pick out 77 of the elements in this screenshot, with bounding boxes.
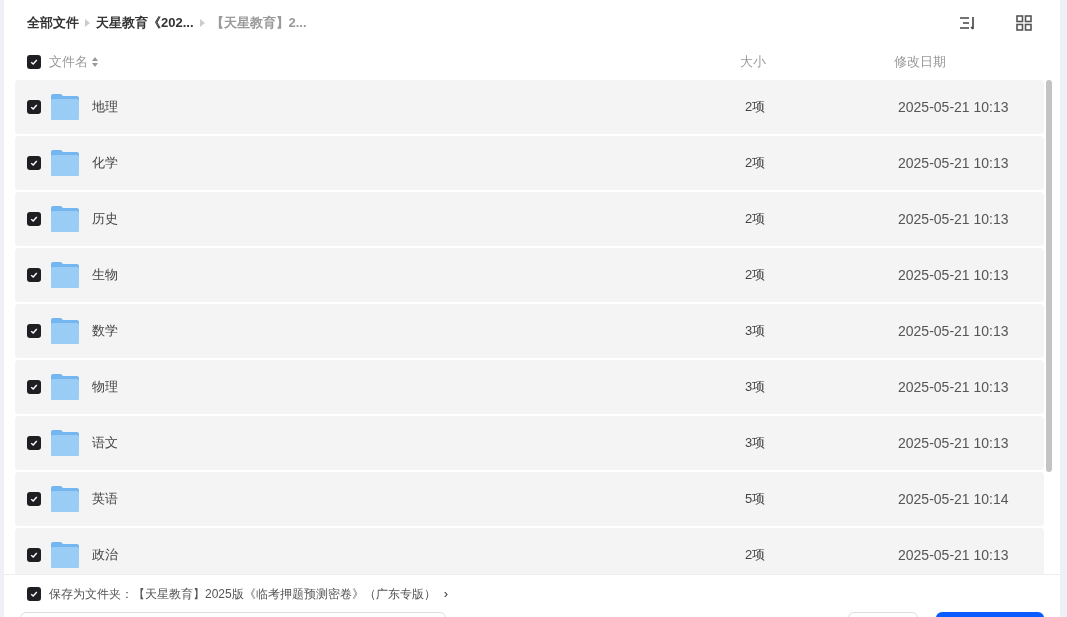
expand-arrow[interactable]: › — [443, 583, 449, 604]
file-row[interactable]: 物理 3项 2025-05-21 10:13 — [15, 360, 1044, 414]
folder-icon — [50, 485, 80, 513]
check-icon — [30, 58, 38, 66]
modified-date: 2025-05-21 10:14 — [898, 489, 1009, 509]
folder-name: 数学 — [92, 322, 119, 341]
sort-icon — [959, 16, 977, 30]
row-checkbox[interactable] — [27, 268, 41, 282]
row-checkbox[interactable] — [27, 156, 41, 170]
item-count: 3项 — [745, 434, 767, 453]
check-icon — [30, 327, 38, 335]
row-checkbox[interactable] — [27, 324, 41, 338]
check-icon — [30, 383, 38, 391]
check-icon — [30, 589, 38, 598]
scrollbar-thumb[interactable] — [1046, 80, 1052, 472]
check-icon — [30, 439, 38, 447]
chevron-icon — [85, 19, 90, 27]
folder-icon — [50, 93, 80, 121]
check-icon — [30, 551, 38, 559]
folder-icon — [50, 373, 80, 401]
file-row[interactable]: 历史 2项 2025-05-21 10:13 — [15, 192, 1044, 246]
check-icon — [30, 103, 38, 111]
save-folder-label: 保存为文件夹：【天星教育】2025版《临考押题预测密卷》（广东专版） — [49, 585, 436, 603]
breadcrumb-link[interactable]: 全部文件 — [27, 13, 79, 33]
breadcrumb-link[interactable]: 天星教育《202... — [96, 13, 194, 33]
folder-icon — [50, 317, 80, 345]
row-checkbox[interactable] — [27, 380, 41, 394]
modified-date: 2025-05-21 10:13 — [898, 545, 1009, 565]
modified-date: 2025-05-21 10:13 — [898, 209, 1009, 229]
modified-date: 2025-05-21 10:13 — [898, 321, 1009, 341]
item-count: 3项 — [745, 378, 767, 397]
modified-date: 2025-05-21 10:13 — [898, 97, 1009, 117]
item-count: 2项 — [745, 210, 767, 229]
folder-name: 英语 — [92, 490, 119, 509]
check-icon — [30, 495, 38, 503]
file-row[interactable]: 政治 2项 2025-05-21 10:13 — [15, 528, 1044, 574]
item-count: 2项 — [745, 266, 767, 285]
item-count: 3项 — [745, 322, 767, 341]
folder-name: 化学 — [92, 154, 119, 173]
chevron-icon — [199, 19, 205, 27]
check-icon — [30, 271, 38, 279]
modified-date: 2025-05-21 10:13 — [898, 377, 1009, 397]
folder-icon — [50, 149, 80, 177]
folder-name: 语文 — [92, 434, 119, 453]
row-checkbox[interactable] — [27, 212, 41, 226]
modified-date: 2025-05-21 10:13 — [898, 433, 1009, 453]
file-row[interactable]: 化学 2项 2025-05-21 10:13 — [15, 136, 1044, 190]
save-folder-checkbox[interactable] — [27, 586, 41, 601]
check-icon — [30, 159, 38, 167]
folder-name: 政治 — [92, 546, 119, 565]
item-count: 2项 — [745, 98, 767, 117]
file-row[interactable]: 数学 3项 2025-05-21 10:13 — [15, 304, 1044, 358]
row-checkbox[interactable] — [27, 492, 41, 506]
file-row[interactable]: 地理 2项 2025-05-21 10:13 — [15, 80, 1044, 134]
folder-icon — [50, 541, 80, 569]
grid-icon — [1016, 15, 1032, 31]
select-all-checkbox[interactable] — [27, 55, 41, 69]
folder-name: 物理 — [92, 378, 119, 397]
folder-name: 历史 — [92, 210, 119, 229]
item-count: 5项 — [745, 490, 767, 509]
file-row[interactable]: 英语 5项 2025-05-21 10:14 — [15, 472, 1044, 526]
modified-date: 2025-05-21 10:13 — [898, 265, 1009, 285]
row-checkbox[interactable] — [27, 100, 41, 114]
row-checkbox[interactable] — [27, 548, 41, 562]
folder-icon — [50, 261, 80, 289]
folder-name: 生物 — [92, 266, 119, 285]
modified-date: 2025-05-21 10:13 — [898, 153, 1009, 173]
folder-icon — [50, 429, 80, 457]
check-icon — [30, 215, 38, 223]
folder-name: 地理 — [92, 98, 119, 117]
sort-arrows-icon — [92, 57, 98, 67]
folder-icon — [50, 205, 80, 233]
file-row[interactable]: 语文 3项 2025-05-21 10:13 — [15, 416, 1044, 470]
row-checkbox[interactable] — [27, 436, 41, 450]
item-count: 2项 — [745, 546, 767, 565]
file-row[interactable]: 生物 2项 2025-05-21 10:13 — [15, 248, 1044, 302]
item-count: 2项 — [745, 154, 767, 173]
